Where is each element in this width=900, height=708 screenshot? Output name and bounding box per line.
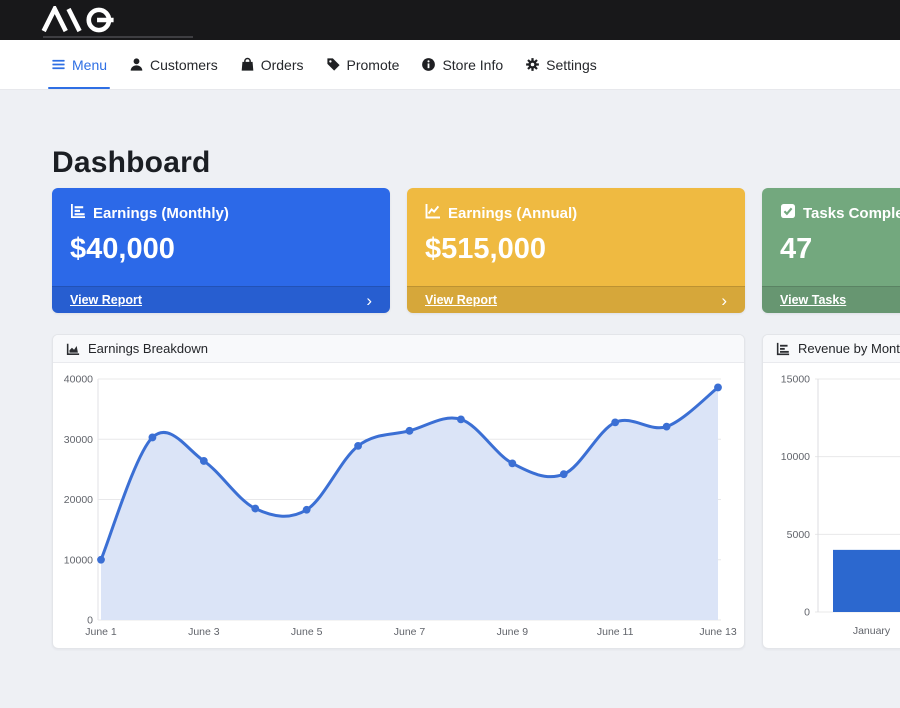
stat-card-title: Tasks Completed <box>803 205 900 222</box>
line-chart-icon <box>425 203 441 223</box>
view-tasks-link[interactable]: View Tasks <box>780 293 846 307</box>
person-icon <box>129 57 144 72</box>
nav-item-settings[interactable]: Settings <box>514 40 608 89</box>
stat-card-title: Earnings (Annual) <box>448 205 577 222</box>
svg-text:June 11: June 11 <box>597 626 634 638</box>
nav-item-label: Orders <box>261 57 304 73</box>
stat-card-tasks-completed: Tasks Completed 47 View Tasks › <box>762 188 900 313</box>
nav-item-orders[interactable]: Orders <box>229 40 315 89</box>
svg-text:0: 0 <box>804 607 810 619</box>
svg-text:0: 0 <box>87 615 93 627</box>
svg-text:20000: 20000 <box>64 494 93 506</box>
stat-card-body: Earnings (Monthly) $40,000 <box>52 188 390 286</box>
dashboard-page: Menu Customers Orders Promote Store Info <box>0 0 900 708</box>
chart-card-header: Earnings Breakdown <box>53 335 744 363</box>
line-chart-area: 0 10000 20000 30000 40000 June 1 June 3 June 5 J… <box>53 363 744 649</box>
svg-text:10000: 10000 <box>64 554 93 566</box>
nav-item-label: Customers <box>150 57 218 73</box>
stat-card-value: $515,000 <box>425 233 727 266</box>
stat-card-value: $40,000 <box>70 233 372 266</box>
svg-text:June 1: June 1 <box>85 626 117 638</box>
nav-item-label: Settings <box>546 57 597 73</box>
main-content: Dashboard Earnings (Monthly) $40,000 Vie… <box>0 90 900 649</box>
shopping-bag-icon <box>240 57 255 72</box>
chevron-right-icon: › <box>366 292 372 309</box>
earnings-breakdown-chart: 0 10000 20000 30000 40000 June 1 June 3 June 5 J… <box>53 363 743 647</box>
stat-cards-row: Earnings (Monthly) $40,000 View Report ›… <box>52 188 900 313</box>
brand-underline <box>43 36 193 38</box>
revenue-by-month-chart: 0 5000 10000 15000 January <box>763 363 900 647</box>
svg-text:15000: 15000 <box>781 374 810 386</box>
nav-item-menu[interactable]: Menu <box>40 40 118 89</box>
svg-text:June 3: June 3 <box>188 626 220 638</box>
info-circle-icon <box>421 57 436 72</box>
view-report-link[interactable]: View Report <box>425 293 497 307</box>
svg-text:10000: 10000 <box>781 451 810 463</box>
stat-card-body: Tasks Completed 47 <box>762 188 900 286</box>
stat-card-body: Earnings (Annual) $515,000 <box>407 188 745 286</box>
chart-card-title: Revenue by Month <box>798 341 900 356</box>
revenue-by-month-card: Revenue by Month 0 5000 10000 15000 January <box>762 334 900 649</box>
svg-text:30000: 30000 <box>64 434 93 446</box>
bar-chart-icon <box>776 342 790 356</box>
view-report-link[interactable]: View Report <box>70 293 142 307</box>
bar-chart-icon <box>70 203 86 223</box>
bar-chart-area: 0 5000 10000 15000 January <box>763 363 900 649</box>
tag-icon <box>326 57 341 72</box>
top-app-bar <box>0 0 900 40</box>
nav-item-store-info[interactable]: Store Info <box>410 40 514 89</box>
hamburger-icon <box>51 57 66 72</box>
nav-item-customers[interactable]: Customers <box>118 40 229 89</box>
svg-text:40000: 40000 <box>64 374 93 386</box>
chart-card-title: Earnings Breakdown <box>88 341 208 356</box>
stat-card-footer: View Report › <box>52 286 390 313</box>
nav-item-label: Promote <box>347 57 400 73</box>
stat-card-value: 47 <box>780 233 900 266</box>
chevron-right-icon: › <box>721 292 727 309</box>
svg-text:June 9: June 9 <box>497 626 529 638</box>
svg-text:June 13: June 13 <box>699 626 737 638</box>
stat-card-earnings-annual: Earnings (Annual) $515,000 View Report › <box>407 188 745 313</box>
chart-card-header: Revenue by Month <box>763 335 900 363</box>
earnings-breakdown-card: Earnings Breakdown 0 10000 20000 30000 40000… <box>52 334 745 649</box>
check-square-icon <box>780 203 796 223</box>
stat-card-earnings-monthly: Earnings (Monthly) $40,000 View Report › <box>52 188 390 313</box>
gear-icon <box>525 57 540 72</box>
svg-text:June 7: June 7 <box>394 626 426 638</box>
stat-card-footer: View Report › <box>407 286 745 313</box>
nav-item-promote[interactable]: Promote <box>315 40 411 89</box>
svg-text:5000: 5000 <box>787 529 811 541</box>
stat-card-footer: View Tasks › <box>762 286 900 313</box>
nav-item-label: Menu <box>72 57 107 73</box>
area-chart-icon <box>66 342 80 356</box>
stat-card-title: Earnings (Monthly) <box>93 205 229 222</box>
nav-item-label: Store Info <box>442 57 503 73</box>
svg-text:January: January <box>853 625 891 637</box>
page-title: Dashboard <box>52 146 900 180</box>
main-nav: Menu Customers Orders Promote Store Info <box>0 40 900 90</box>
svg-text:June 5: June 5 <box>291 626 323 638</box>
charts-row: Earnings Breakdown 0 10000 20000 30000 40000… <box>52 334 900 649</box>
brand-logo-icon <box>40 6 132 39</box>
